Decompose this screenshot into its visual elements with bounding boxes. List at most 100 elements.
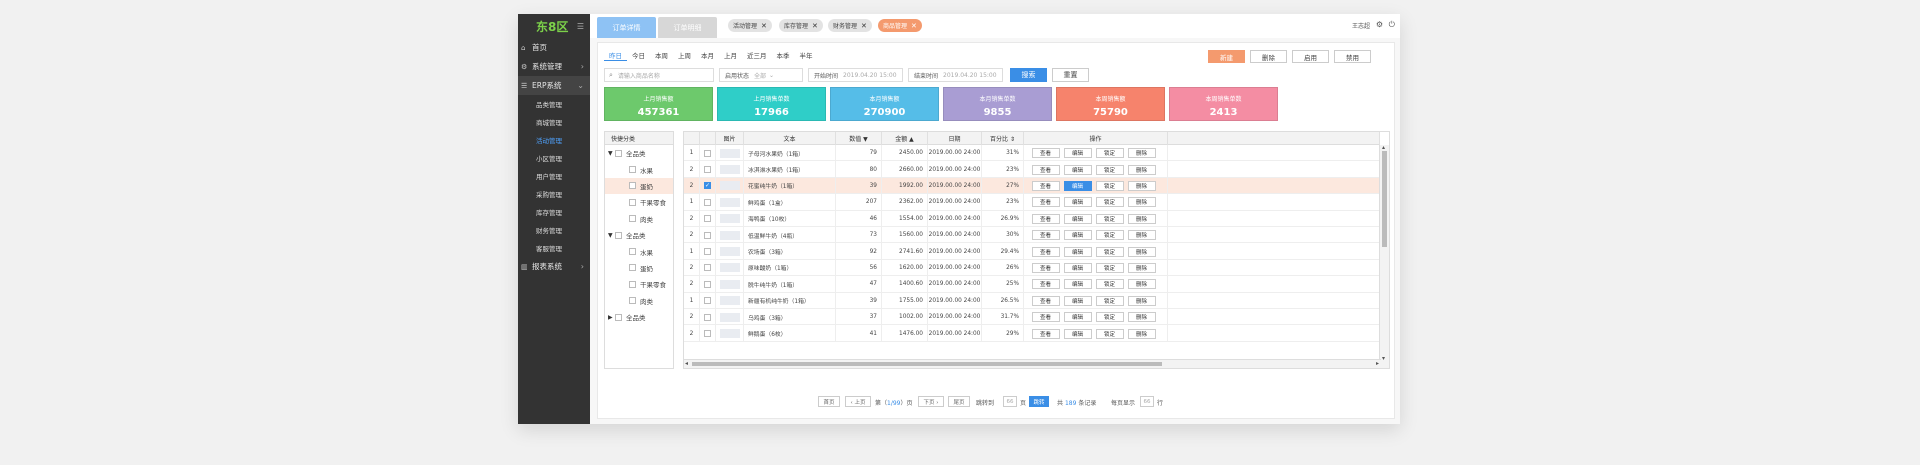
tree-checkbox[interactable] (629, 182, 636, 190)
view-button[interactable]: 查看 (1031, 164, 1060, 175)
edit-button[interactable]: 编辑 (1063, 180, 1092, 191)
row-checkbox[interactable] (704, 264, 711, 272)
scroll-left-icon[interactable]: ◂ (685, 360, 688, 367)
delete-row-button[interactable]: 删除 (1127, 148, 1156, 159)
delete-row-button[interactable]: 删除 (1127, 164, 1156, 175)
time-tab-7[interactable]: 本季 (772, 49, 795, 61)
edit-button[interactable]: 编辑 (1063, 213, 1092, 224)
last-page-button[interactable]: 尾页 (948, 396, 970, 407)
column-header-7[interactable]: 百分比 ⇕ (982, 132, 1024, 145)
view-button[interactable]: 查看 (1031, 197, 1060, 208)
table-row[interactable]: 2 乌鸡蛋（3箱） 37 1002.00 2019.00.00 24:00 31.7% 查看… (684, 309, 1380, 326)
sidebar-item-report[interactable]: ▥ 报表系统 › (518, 257, 590, 276)
view-button[interactable]: 查看 (1031, 180, 1060, 191)
table-row[interactable]: 2 原味酸奶（1箱） 56 1620.00 2019.00.00 24:00 26% 查看编… (684, 259, 1380, 277)
expand-toggle-icon[interactable]: ▼ (605, 150, 615, 157)
first-page-button[interactable]: 首页 (818, 396, 840, 407)
lock-button[interactable]: 锁定 (1095, 164, 1124, 175)
sidebar-item-0[interactable]: ⌂ 首页 (518, 38, 590, 57)
tree-node[interactable]: 肉类 (605, 293, 673, 309)
power-icon[interactable]: ⏻ (1389, 20, 1395, 30)
edit-button[interactable]: 编辑 (1063, 148, 1092, 159)
prev-page-button[interactable]: ‹ 上页 (845, 396, 871, 407)
edit-button[interactable]: 编辑 (1063, 197, 1092, 208)
lock-button[interactable]: 锁定 (1095, 328, 1124, 339)
row-checkbox[interactable] (704, 198, 711, 206)
tree-node[interactable]: 干果零食 (605, 194, 673, 210)
expand-toggle-icon[interactable]: ▶ (605, 314, 615, 321)
time-tab-5[interactable]: 上月 (719, 49, 742, 61)
view-button[interactable]: 查看 (1031, 295, 1060, 306)
view-button[interactable]: 查看 (1031, 246, 1060, 257)
row-checkbox[interactable] (704, 248, 711, 256)
time-tab-1[interactable]: 今日 (627, 49, 650, 61)
delete-row-button[interactable]: 删除 (1127, 197, 1156, 208)
row-checkbox[interactable] (704, 330, 711, 338)
tree-checkbox[interactable] (629, 166, 636, 174)
sidebar-subitem-1[interactable]: 商城管理 (518, 113, 590, 131)
tree-node[interactable]: ▶ 全品类 (605, 309, 673, 325)
table-row[interactable]: 2 低温鲜牛奶（4瓶） 73 1560.00 2019.00.00 24:00 30% 查看… (684, 227, 1380, 244)
column-header-3[interactable]: 文本 (744, 132, 836, 145)
tree-checkbox[interactable] (629, 215, 636, 223)
close-icon[interactable]: ✕ (911, 22, 917, 30)
sidebar-item-1[interactable]: ⚙ 系统管理 › (518, 57, 590, 76)
tree-node[interactable]: 水果 (605, 161, 673, 177)
scroll-down-icon[interactable]: ▾ (1382, 355, 1385, 362)
horizontal-scrollbar[interactable]: ◂ ▸ (684, 359, 1381, 368)
table-row[interactable]: 2 冰淇淋水果奶（1箱） 80 2660.00 2019.00.00 24:00 23% 查… (684, 161, 1380, 178)
horizontal-scroll-thumb[interactable] (692, 362, 1162, 366)
scroll-right-icon[interactable]: ▸ (1376, 360, 1379, 367)
search-button[interactable]: 搜索 (1010, 68, 1047, 82)
open-tab-chip-2[interactable]: 财务管理 ✕ (828, 19, 872, 32)
status-select[interactable]: 启用状态 全部 ⌄ (719, 68, 803, 82)
view-button[interactable]: 查看 (1031, 328, 1060, 339)
row-checkbox[interactable] (704, 215, 711, 223)
view-button[interactable]: 查看 (1031, 230, 1060, 241)
time-tab-6[interactable]: 近三月 (742, 49, 772, 61)
delete-row-button[interactable]: 删除 (1127, 180, 1156, 191)
tree-node[interactable]: 干果零食 (605, 276, 673, 292)
edit-button[interactable]: 编辑 (1063, 164, 1092, 175)
row-checkbox[interactable] (704, 280, 711, 288)
edit-button[interactable]: 编辑 (1063, 230, 1092, 241)
tree-checkbox[interactable] (615, 231, 622, 239)
user-name[interactable]: 王志超 (1352, 21, 1370, 30)
row-checkbox[interactable] (704, 313, 711, 321)
time-tab-3[interactable]: 上周 (673, 49, 696, 61)
sidebar-subitem-3[interactable]: 小区管理 (518, 149, 590, 167)
table-row[interactable]: 2 鲜鹅蛋（6枚） 41 1476.00 2019.00.00 24:00 29% 查看 编辑… (684, 325, 1380, 342)
delete-row-button[interactable]: 删除 (1127, 328, 1156, 339)
tree-node[interactable]: 蛋奶 (605, 177, 673, 195)
lock-button[interactable]: 锁定 (1095, 230, 1124, 241)
sidebar-subitem-4[interactable]: 用户管理 (518, 167, 590, 185)
column-header-5[interactable]: 金额 ▲ (882, 132, 928, 145)
open-tab-chip-1[interactable]: 库存管理 ✕ (779, 19, 823, 32)
tree-checkbox[interactable] (629, 198, 636, 206)
view-button[interactable]: 查看 (1031, 262, 1060, 273)
open-tab-chip-0[interactable]: 活动管理 ✕ (728, 19, 772, 32)
per-page-input[interactable]: 66 (1140, 396, 1154, 407)
edit-button[interactable]: 编辑 (1063, 262, 1092, 273)
table-row[interactable]: 1 新疆有机纯牛奶（1箱） 39 1755.00 2019.00.00 24:00 26.… (684, 292, 1380, 309)
jump-page-input[interactable]: 66 (1003, 396, 1017, 407)
table-row[interactable]: 2 ✓ 花蜜纯牛奶（1箱） 39 1992.00 2019.00.00 24:00 27% 查… (684, 177, 1380, 195)
jump-button[interactable]: 跳转 (1029, 396, 1049, 407)
open-tab-chip-3[interactable]: 商品管理 ✕ (878, 19, 922, 32)
sidebar-subitem-5[interactable]: 采购管理 (518, 185, 590, 203)
view-button[interactable]: 查看 (1031, 213, 1060, 224)
row-checkbox[interactable] (704, 166, 711, 174)
tree-checkbox[interactable] (615, 313, 622, 321)
time-tab-8[interactable]: 半年 (795, 49, 818, 61)
sidebar-subitem-7[interactable]: 财务管理 (518, 221, 590, 239)
tab-order-items[interactable]: 订单明细 (658, 17, 717, 38)
settings-gear-icon[interactable]: ⚙ (1376, 20, 1383, 29)
edit-button[interactable]: 编辑 (1063, 328, 1092, 339)
sidebar-item-2[interactable]: ☰ ERP系统 ⌄ (518, 76, 590, 95)
new-button[interactable]: 新建 (1208, 50, 1245, 63)
delete-row-button[interactable]: 删除 (1127, 262, 1156, 273)
scroll-up-icon[interactable]: ▴ (1382, 144, 1385, 151)
time-tab-4[interactable]: 本月 (696, 49, 719, 61)
table-row[interactable]: 1 子母河水果奶（1箱） 79 2450.00 2019.00.00 24:00 31% 查… (684, 145, 1380, 162)
delete-row-button[interactable]: 删除 (1127, 230, 1156, 241)
